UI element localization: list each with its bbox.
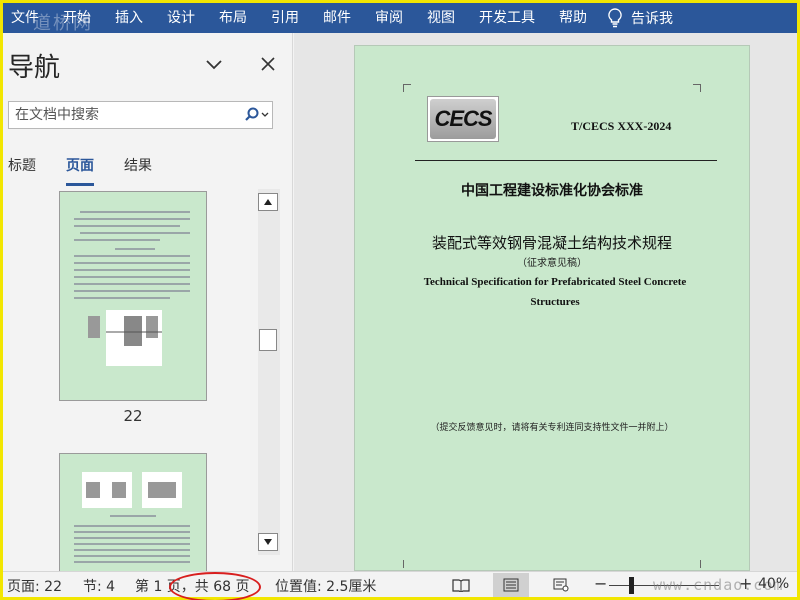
scroll-thumb[interactable] bbox=[259, 329, 277, 351]
tab-results[interactable]: 结果 bbox=[124, 155, 152, 185]
search-input[interactable] bbox=[9, 103, 242, 127]
tab-help[interactable]: 帮助 bbox=[547, 3, 599, 33]
chevron-down-icon[interactable] bbox=[203, 55, 225, 75]
thumbnail-scrollbar[interactable] bbox=[258, 189, 280, 555]
tab-insert[interactable]: 插入 bbox=[103, 3, 155, 33]
tab-references[interactable]: 引用 bbox=[259, 3, 311, 33]
page-thumbnail[interactable] bbox=[59, 453, 207, 571]
page-thumbnail[interactable] bbox=[59, 191, 207, 401]
site-logo-watermark: 道桥网 bbox=[33, 13, 93, 34]
status-bar: 页面: 22 节: 4 第 1 页，共 68 页 位置值: 2.5厘米 − + … bbox=[3, 571, 797, 600]
tab-mailings[interactable]: 邮件 bbox=[311, 3, 363, 33]
cecs-logo: CECS bbox=[427, 96, 499, 142]
tab-view[interactable]: 视图 bbox=[415, 3, 467, 33]
crop-mark bbox=[693, 84, 701, 92]
tab-design[interactable]: 设计 bbox=[155, 3, 207, 33]
tab-layout[interactable]: 布局 bbox=[207, 3, 259, 33]
draft-note: （征求意见稿） bbox=[517, 258, 587, 269]
nav-search-box bbox=[8, 101, 273, 129]
tab-developer[interactable]: 开发工具 bbox=[467, 3, 547, 33]
tab-headings[interactable]: 标题 bbox=[8, 155, 36, 185]
document-canvas[interactable]: CECS T/CECS XXX-2024 中国工程建设标准化协会标准 装配式等效… bbox=[294, 33, 797, 571]
zoom-out-button[interactable]: − bbox=[594, 574, 607, 593]
lightbulb-icon[interactable] bbox=[605, 3, 625, 33]
navigation-pane: 导航 标题 页面 结果 bbox=[3, 33, 293, 571]
scroll-up-button[interactable] bbox=[258, 193, 278, 211]
status-section[interactable]: 节: 4 bbox=[83, 576, 115, 596]
nav-pane-title: 导航 bbox=[8, 53, 61, 83]
document-page[interactable]: CECS T/CECS XXX-2024 中国工程建设标准化协会标准 装配式等效… bbox=[354, 45, 750, 571]
standard-code: T/CECS XXX-2024 bbox=[571, 119, 672, 133]
document-title-cn: 装配式等效钢骨混凝土结构技术规程 bbox=[431, 234, 672, 252]
nav-tabs: 标题 页面 结果 bbox=[8, 155, 182, 186]
page-thumbnail-content bbox=[74, 472, 190, 563]
page-thumbnail-content bbox=[74, 211, 190, 366]
zoom-slider-knob[interactable] bbox=[629, 577, 634, 594]
close-icon[interactable] bbox=[257, 53, 279, 75]
crop-mark bbox=[403, 84, 411, 92]
zoom-level[interactable]: 40% bbox=[758, 576, 789, 592]
status-page[interactable]: 页面: 22 bbox=[7, 576, 62, 596]
status-position[interactable]: 位置值: 2.5厘米 bbox=[275, 576, 376, 596]
crop-mark bbox=[403, 560, 411, 568]
feedback-note: （提交反馈意见时，请将有关专利连同支持性文件一并附上） bbox=[430, 423, 674, 433]
tell-me-search[interactable]: 告诉我 bbox=[625, 8, 673, 28]
tab-review[interactable]: 审阅 bbox=[363, 3, 415, 33]
scroll-down-button[interactable] bbox=[258, 533, 278, 551]
cecs-logo-text: CECS bbox=[434, 106, 492, 131]
tab-pages[interactable]: 页面 bbox=[66, 155, 94, 186]
read-mode-icon[interactable] bbox=[443, 573, 479, 597]
web-layout-icon[interactable] bbox=[543, 573, 579, 597]
crop-mark bbox=[693, 560, 701, 568]
ribbon-tab-bar: 文件 开始 插入 设计 布局 引用 邮件 审阅 视图 开发工具 帮助 告诉我 bbox=[3, 3, 797, 33]
highlight-annotation bbox=[169, 572, 261, 600]
search-icon[interactable] bbox=[242, 102, 272, 128]
association-name: 中国工程建设标准化协会标准 bbox=[461, 183, 643, 199]
header-rule bbox=[415, 160, 717, 161]
print-layout-icon[interactable] bbox=[493, 573, 529, 597]
thumbnail-page-number: 22 bbox=[123, 407, 143, 425]
document-title-en: Technical Specification for Prefabricate… bbox=[423, 276, 687, 308]
